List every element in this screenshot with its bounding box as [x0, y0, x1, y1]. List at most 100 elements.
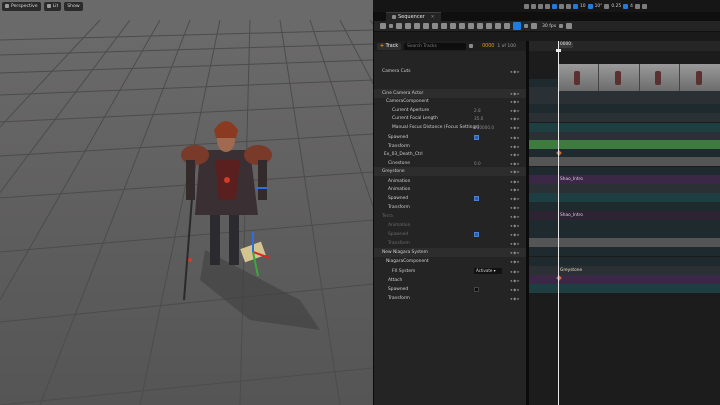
- key-navigation-icon[interactable]: ◂◆▸: [510, 152, 520, 157]
- key-navigation-icon[interactable]: ◂◆▸: [510, 296, 520, 301]
- grid-icon[interactable]: [531, 23, 537, 29]
- grid-snap-icon[interactable]: [566, 3, 571, 9]
- key-navigation-icon[interactable]: ◂◆▸: [510, 223, 520, 228]
- key-icon[interactable]: [441, 23, 447, 29]
- key-navigation-icon[interactable]: ◂◆▸: [510, 108, 520, 113]
- rotation-snap-icon[interactable]: [587, 3, 593, 9]
- key-navigation-icon[interactable]: ◂◆▸: [510, 116, 520, 121]
- key-navigation-icon[interactable]: ◂◆▸: [510, 232, 520, 237]
- layout-icon[interactable]: [634, 3, 640, 9]
- spawned-checkbox[interactable]: [474, 287, 479, 292]
- chevron-down-icon[interactable]: [389, 24, 393, 28]
- key-navigation-icon[interactable]: ◂◆▸: [510, 135, 520, 140]
- track-row[interactable]: Greystone ◂◆▸: [374, 167, 526, 176]
- eye-icon[interactable]: [477, 23, 483, 29]
- track-row[interactable]: Camera Cuts ◂◆▸: [374, 67, 526, 76]
- track-row[interactable]: Terra ◂◆▸: [374, 212, 526, 221]
- track-row[interactable]: Current Focal Length 35.0 ◂◆▸: [374, 114, 526, 123]
- key-navigation-icon[interactable]: ◂◆▸: [510, 144, 520, 149]
- current-frame[interactable]: 0000: [482, 44, 494, 49]
- key-navigation-icon[interactable]: ◂◆▸: [510, 69, 520, 74]
- track-row[interactable]: Attach ◂◆▸: [374, 276, 526, 285]
- track-row[interactable]: Spawned ◂◆▸: [374, 285, 526, 294]
- playback-range-icon[interactable]: [566, 23, 573, 29]
- section-label[interactable]: Greystone: [560, 267, 582, 274]
- track-row[interactable]: Spawned ◂◆▸: [374, 133, 526, 142]
- save-icon[interactable]: [396, 23, 402, 29]
- track-row[interactable]: Animation ◂◆▸: [374, 185, 526, 194]
- camera-cut-thumbnails[interactable]: [558, 64, 720, 91]
- spawned-checkbox[interactable]: [474, 196, 479, 201]
- level-viewport[interactable]: Perspective Lit Show: [0, 0, 373, 405]
- pencil-icon[interactable]: [450, 23, 456, 29]
- close-icon[interactable]: ✕: [431, 13, 435, 22]
- settings-icon[interactable]: [468, 23, 474, 29]
- fx-activate-dropdown[interactable]: Activate ▾: [474, 268, 502, 274]
- timeline-area[interactable]: 0000 Shao_Intro Shao_Intro Greystone: [529, 41, 720, 405]
- key-navigation-icon[interactable]: ◂◆▸: [510, 241, 520, 246]
- key-navigation-icon[interactable]: ◂◆▸: [510, 179, 520, 184]
- key-navigation-icon[interactable]: ◂◆▸: [510, 169, 520, 174]
- camera-speed-label[interactable]: 4: [630, 4, 633, 9]
- add-track-button[interactable]: + Track: [377, 42, 402, 50]
- track-value[interactable]: 2.8: [474, 108, 481, 113]
- translate-icon[interactable]: [545, 3, 550, 9]
- spawned-checkbox[interactable]: [474, 232, 479, 237]
- rotation-snap-label[interactable]: 10°: [595, 4, 603, 9]
- track-value[interactable]: 100000.0: [474, 125, 494, 130]
- maximize-icon[interactable]: [641, 3, 647, 9]
- key-navigation-icon[interactable]: ◂◆▸: [510, 269, 520, 274]
- playhead-line[interactable]: [558, 41, 559, 405]
- key-navigation-icon[interactable]: ◂◆▸: [510, 196, 520, 201]
- section-label[interactable]: Shao_Intro: [560, 176, 583, 183]
- key-navigation-icon[interactable]: ◂◆▸: [510, 259, 520, 264]
- camera-speed-icon[interactable]: [623, 3, 629, 9]
- snap-chevron-icon[interactable]: [524, 24, 528, 28]
- film-icon[interactable]: [423, 23, 429, 29]
- scale-snap-label[interactable]: 0.25: [611, 4, 621, 9]
- grid-snap-toggle-icon[interactable]: [573, 3, 578, 9]
- grid-size-label[interactable]: 10: [580, 4, 586, 9]
- track-row[interactable]: Animation ◂◆▸: [374, 221, 526, 230]
- fps-selector[interactable]: 30 fps: [542, 24, 556, 29]
- world-space-icon[interactable]: [531, 3, 536, 9]
- track-row[interactable]: Transform ◂◆▸: [374, 203, 526, 212]
- scale-snap-icon[interactable]: [604, 3, 610, 9]
- scale-icon[interactable]: [559, 3, 564, 9]
- key-navigation-icon[interactable]: ◂◆▸: [510, 214, 520, 219]
- surface-snap-icon[interactable]: [538, 3, 543, 9]
- track-value[interactable]: 35.0: [474, 116, 483, 121]
- perspective-button[interactable]: Perspective: [2, 1, 41, 11]
- key-navigation-icon[interactable]: ◂◆▸: [510, 205, 520, 210]
- folder-icon[interactable]: [405, 23, 411, 29]
- track-row[interactable]: Transform ◂◆▸: [374, 239, 526, 248]
- track-row[interactable]: Ex_03_Death_Ctrl ◂◆▸: [374, 150, 526, 159]
- lit-button[interactable]: Lit: [43, 1, 62, 11]
- camera-icon[interactable]: [432, 23, 438, 29]
- key-navigation-icon[interactable]: ◂◆▸: [510, 99, 520, 104]
- track-row[interactable]: Spawned ◂◆▸: [374, 194, 526, 203]
- track-row[interactable]: Transform ◂◆▸: [374, 294, 526, 303]
- key-navigation-icon[interactable]: ◂◆▸: [510, 250, 520, 255]
- filter-icon[interactable]: [469, 44, 474, 48]
- track-value[interactable]: 0.0: [474, 161, 481, 166]
- key-navigation-icon[interactable]: ◂◆▸: [510, 287, 520, 292]
- fps-chevron-icon[interactable]: [559, 24, 564, 28]
- spawned-checkbox[interactable]: [474, 135, 479, 140]
- curve-icon[interactable]: [459, 23, 465, 29]
- snap-magnet-icon[interactable]: [513, 22, 521, 30]
- key-navigation-icon[interactable]: ◂◆▸: [510, 91, 520, 96]
- render-icon[interactable]: [414, 23, 420, 29]
- rotate-icon[interactable]: [552, 3, 557, 9]
- track-row[interactable]: Manual Focus Distance (Focus Settings) 10…: [374, 123, 526, 132]
- key-navigation-icon[interactable]: ◂◆▸: [510, 187, 520, 192]
- track-row[interactable]: FX System Activate ▾ ◂◆▸: [374, 267, 526, 276]
- playhead-handle[interactable]: [556, 49, 561, 52]
- key-navigation-icon[interactable]: ◂◆▸: [510, 125, 520, 130]
- diamond-icon[interactable]: [486, 23, 492, 29]
- auto-key-icon[interactable]: [495, 23, 501, 29]
- track-row[interactable]: CameraComponent ◂◆▸: [374, 97, 526, 106]
- select-mode-icon[interactable]: [524, 3, 529, 9]
- world-icon[interactable]: [380, 23, 386, 29]
- track-row[interactable]: New Niagara System ◂◆▸: [374, 248, 526, 257]
